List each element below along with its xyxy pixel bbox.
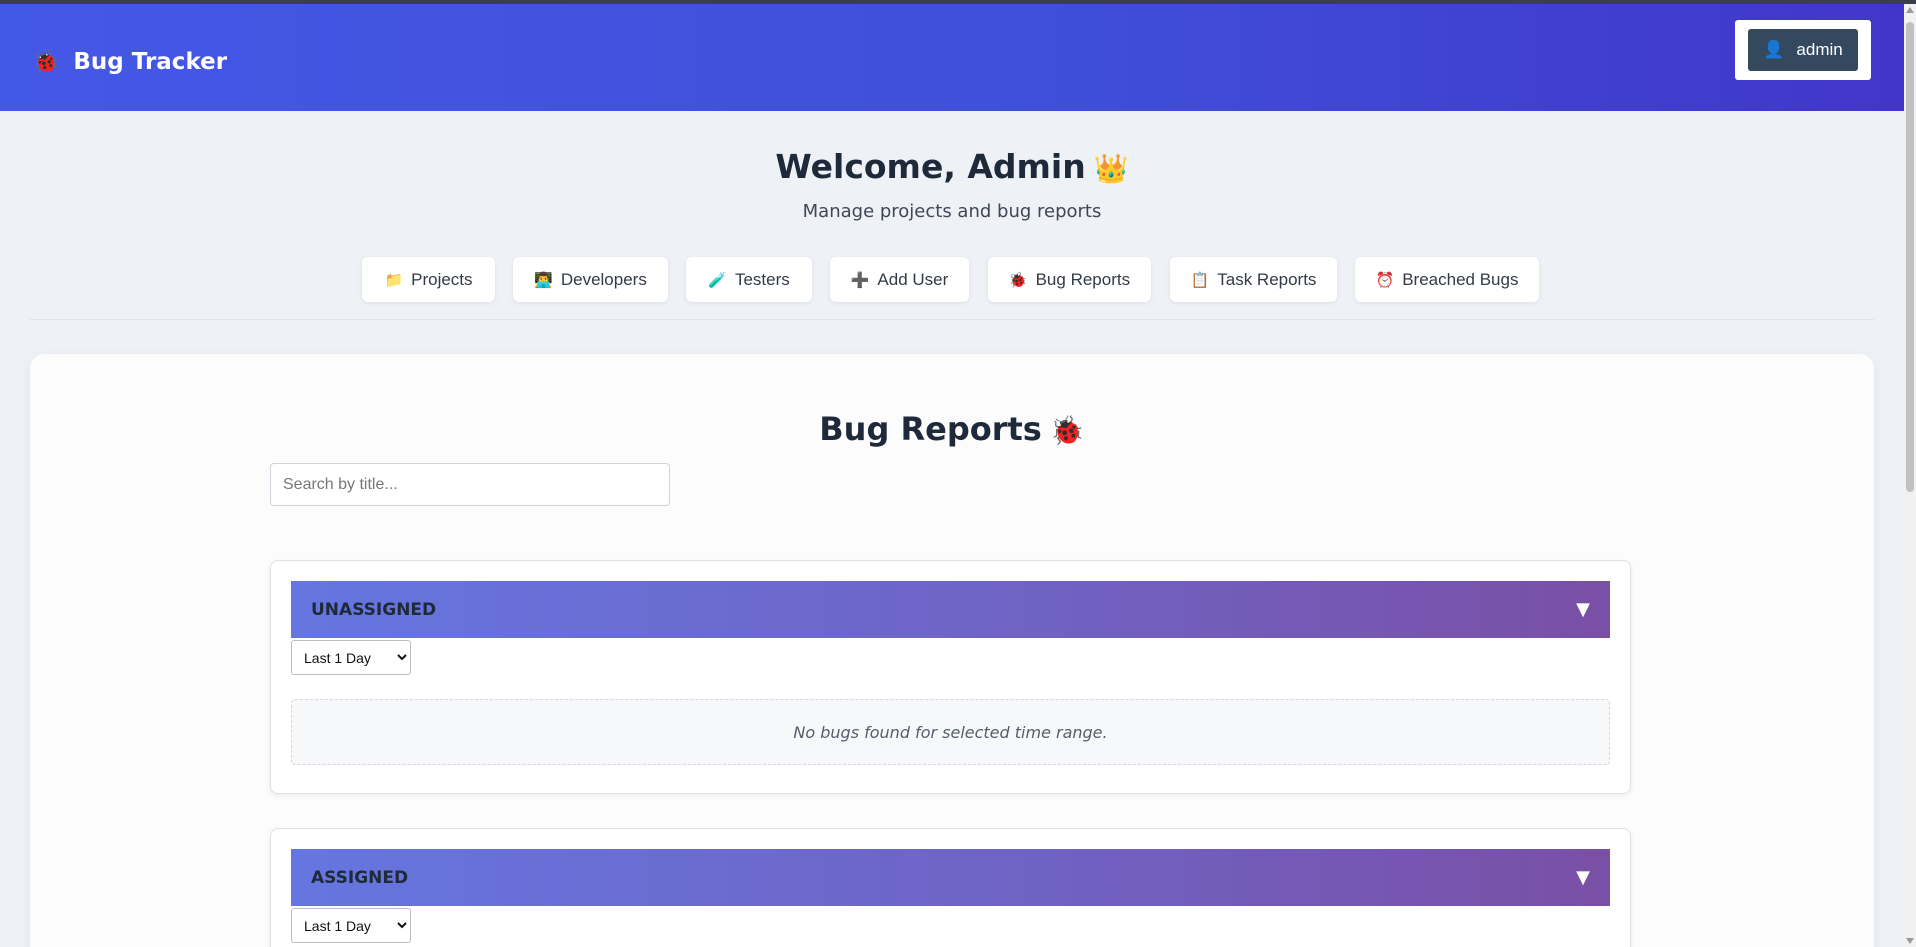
folder-icon: 📁 [384, 271, 404, 289]
empty-state-text: No bugs found for selected time range. [793, 722, 1108, 742]
page-scrollbar[interactable] [1904, 4, 1916, 947]
nav-label: Bug Reports [1035, 269, 1131, 289]
ladybug-icon: 🐞 [32, 49, 60, 75]
scroll-up-arrow-icon[interactable] [1906, 7, 1914, 13]
group-title: UNASSIGNED [311, 599, 437, 620]
nav-task-reports-button[interactable]: 📋 Task Reports [1170, 257, 1337, 302]
nav-developers-button[interactable]: 👨‍💻 Developers [513, 257, 668, 302]
scroll-down-arrow-icon[interactable] [1906, 938, 1914, 944]
nav-label: Add User [877, 269, 949, 289]
nav-projects-button[interactable]: 📁 Projects [362, 257, 495, 302]
assigned-group: ASSIGNED ▼ Last 1 Day [270, 828, 1631, 947]
collapse-toggle-icon[interactable]: ▼ [1576, 599, 1590, 620]
brand[interactable]: 🐞 Bug Tracker [32, 42, 227, 82]
nav-label: Projects [411, 269, 473, 289]
nav-divider [30, 319, 1874, 320]
bug-reports-heading: Bug Reports 🐞 [0, 410, 1904, 448]
scrollbar-thumb[interactable] [1906, 22, 1914, 492]
user-menu-button[interactable]: 👤 admin [1748, 29, 1858, 71]
test-tube-icon: 🧪 [708, 271, 727, 289]
nav-add-user-button[interactable]: ➕ Add User [830, 257, 969, 302]
time-range-select[interactable]: Last 1 Day [291, 908, 411, 943]
group-header[interactable]: UNASSIGNED ▼ [291, 581, 1610, 638]
welcome-heading: Welcome, Admin 👑 [0, 147, 1904, 186]
group-header[interactable]: ASSIGNED ▼ [291, 849, 1610, 906]
crown-icon: 👑 [1093, 152, 1129, 185]
empty-state: No bugs found for selected time range. [291, 699, 1610, 765]
bug-icon: 🐞 [1008, 271, 1028, 289]
bug-reports-title: Bug Reports [819, 410, 1042, 448]
nav-label: Task Reports [1217, 269, 1317, 289]
app-title: Bug Tracker [73, 49, 228, 75]
group-title: ASSIGNED [311, 867, 409, 888]
nav-bug-reports-button[interactable]: 🐞 Bug Reports [988, 257, 1151, 302]
alarm-clock-icon: ⏰ [1375, 271, 1395, 289]
main-nav: 📁 Projects 👨‍💻 Developers 🧪 Testers ➕ Ad… [0, 257, 1904, 303]
unassigned-group: UNASSIGNED ▼ Last 1 Day No bugs found fo… [270, 560, 1631, 794]
nav-testers-button[interactable]: 🧪 Testers [686, 257, 812, 302]
user-silhouette-icon: 👤 [1763, 40, 1785, 59]
developer-icon: 👨‍💻 [534, 271, 553, 289]
plus-icon: ➕ [850, 271, 870, 289]
search-input[interactable] [270, 463, 670, 506]
time-range-select[interactable]: Last 1 Day [291, 640, 411, 675]
nav-label: Breached Bugs [1402, 269, 1519, 289]
user-menu-container: 👤 admin [1735, 20, 1871, 80]
user-name: admin [1796, 40, 1843, 59]
ladybug-icon: 🐞 [1049, 414, 1085, 447]
welcome-title: Welcome, Admin [775, 147, 1086, 186]
collapse-toggle-icon[interactable]: ▼ [1576, 867, 1590, 888]
app-header: 🐞 Bug Tracker 👤 admin [0, 4, 1904, 111]
welcome-subtitle: Manage projects and bug reports [802, 201, 1102, 222]
clipboard-icon: 📋 [1190, 271, 1210, 289]
nav-label: Testers [734, 269, 790, 289]
nav-breached-bugs-button[interactable]: ⏰ Breached Bugs [1355, 257, 1539, 302]
nav-label: Developers [560, 269, 647, 289]
